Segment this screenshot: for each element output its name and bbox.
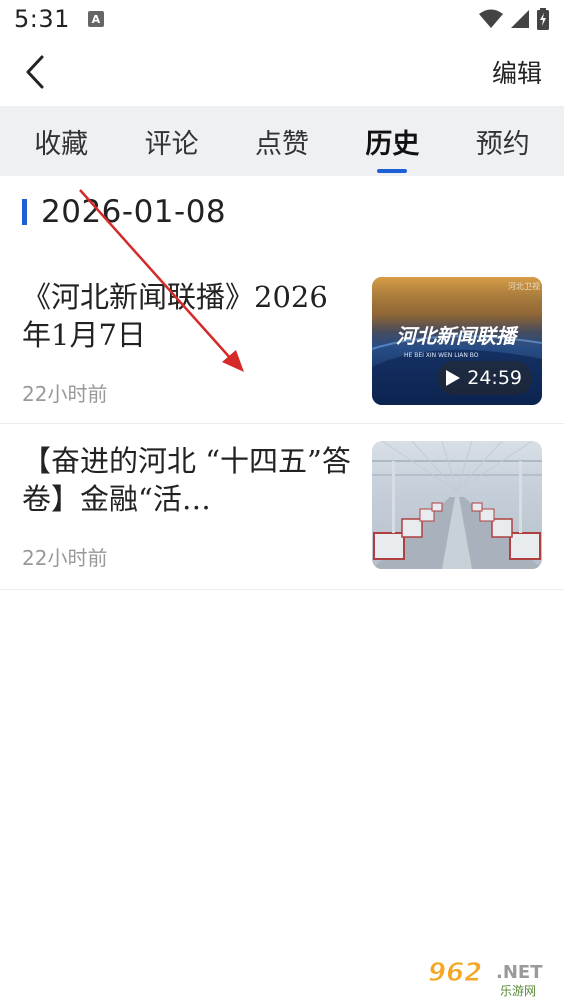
tab-history[interactable]: 历史 [361,106,423,176]
tab-label: 评论 [144,128,199,160]
site-watermark: 962 .NET 乐游网 [426,954,556,999]
news-time: 22小时前 [22,546,108,570]
tab-label: 预约 [475,128,530,160]
date-group-header: 2026-01-08 [22,194,226,230]
tab-bar: 收藏 评论 点赞 历史 预约 [0,106,564,176]
logo-sub-text: HE BEI XIN WEN LIAN BO [404,352,479,359]
factory-image [372,441,542,569]
date-accent-bar [22,199,27,225]
news-time: 22小时前 [22,382,108,406]
article-thumbnail[interactable] [372,441,542,569]
watermark-site-name: 乐游网 [500,984,536,998]
back-button[interactable] [24,52,58,92]
logo-text: 河北新闻联播 [396,324,519,348]
app-bar: 编辑 [0,38,564,106]
battery-icon [537,8,549,30]
history-list-item[interactable]: 【奋进的河北 “十四五”答卷】金融“活… 22小时前 [0,424,564,590]
tab-label: 历史 [365,128,420,160]
watermark-number: 962 [428,958,482,988]
status-time: 5:31 [14,5,70,33]
duration-badge: 24:59 [437,361,532,395]
tab-label: 收藏 [34,128,89,160]
tab-favorites[interactable]: 收藏 [30,106,92,176]
wifi-icon [479,9,503,28]
chevron-left-icon [26,55,44,89]
tab-likes[interactable]: 点赞 [251,106,313,176]
play-icon [446,370,461,386]
watermark-net: .NET [496,962,543,983]
edit-button[interactable]: 编辑 [492,54,542,90]
active-tab-indicator [377,169,408,173]
video-duration: 24:59 [467,367,522,389]
video-thumbnail[interactable]: 河北新闻联播 HE BEI XIN WEN LIAN BO 河北卫视 24:59 [372,277,542,405]
channel-corner-text: 河北卫视 [508,281,540,291]
news-title: 【奋进的河北 “十四五”答卷】金融“活… [22,444,351,516]
history-list-item[interactable]: 《河北新闻联播》2026年1月7日 22小时前 河北新闻联播 HE BEI XI… [0,258,564,424]
a-notification-icon: A [87,11,104,27]
tab-label: 点赞 [254,128,309,160]
date-label: 2026-01-08 [41,194,227,230]
status-bar: 5:31 A [0,0,564,38]
status-icons [478,8,550,30]
news-title: 《河北新闻联播》2026年1月7日 [22,280,328,352]
tab-reservations[interactable]: 预约 [472,106,534,176]
signal-icon [511,10,529,28]
tab-comments[interactable]: 评论 [141,106,203,176]
